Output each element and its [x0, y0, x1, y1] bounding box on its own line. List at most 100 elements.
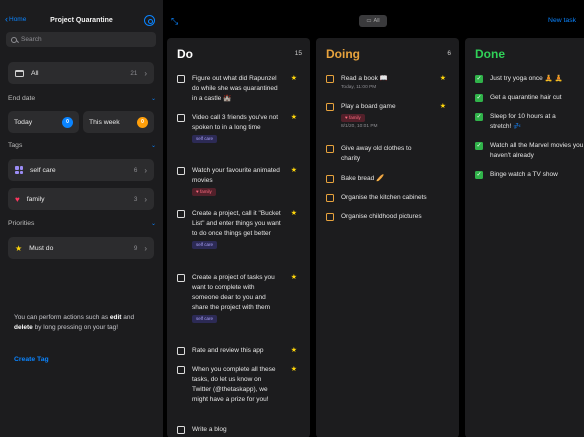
task-card[interactable]: ✓ Binge watch a TV show [475, 170, 584, 180]
star-icon: ★ [290, 167, 297, 174]
task-card[interactable]: ✓ Get a quarantine hair cut [475, 93, 584, 103]
task-checkbox[interactable] [326, 213, 334, 221]
sidebar: ‹ Home Project Quarantine Search All 21 … [0, 0, 163, 437]
task-checkbox[interactable] [177, 114, 185, 122]
priorities-section-header[interactable]: Priorities ⌄ [8, 220, 156, 227]
task-checkbox[interactable] [177, 274, 185, 282]
task-card[interactable]: Create a project of tasks you want to co… [177, 273, 297, 324]
tray-icon [15, 69, 24, 77]
all-label: All [31, 69, 39, 77]
task-text: Give away old clothes to charity [341, 145, 412, 162]
chevron-down-icon: ⌄ [150, 96, 156, 102]
column-doing: Doing 6 Read a book 📖 ★ Today, 11:00 PM … [316, 38, 459, 437]
task-due-date: 8/1/20, 10:01 PM [341, 124, 378, 129]
checkmark-icon[interactable]: ✓ [475, 75, 483, 83]
task-text: Just try yoga once 🧘 🧘 [490, 75, 563, 82]
filter-chip-all[interactable]: ▭ All [359, 15, 387, 27]
checkmark-icon[interactable]: ✓ [475, 113, 483, 121]
settings-gear-icon[interactable] [144, 15, 155, 26]
search-field[interactable]: Search [6, 32, 156, 47]
search-placeholder: Search [21, 36, 42, 43]
tags-section-header[interactable]: Tags ⌄ [8, 142, 156, 149]
task-text: Write a blog [192, 426, 227, 433]
star-icon: ★ [290, 366, 297, 373]
task-text: Watch all the Marvel movies you haven't … [490, 142, 584, 159]
project-title: Project Quarantine [50, 17, 113, 24]
column-title: Done [475, 47, 505, 61]
task-card[interactable]: Video call 3 friends you've not spoken t… [177, 113, 297, 144]
task-text: Rate and review this app [192, 347, 264, 354]
task-card[interactable]: Write a blog [177, 425, 297, 435]
sidebar-item-must-do[interactable]: ★ Must do 9 › [8, 237, 154, 259]
search-icon [11, 36, 17, 43]
column-do: Do 15 Figure out what did Rapunzel do wh… [167, 38, 310, 437]
task-card[interactable]: Read a book 📖 ★ Today, 11:00 PM [326, 74, 446, 92]
task-card[interactable]: Give away old clothes to charity [326, 144, 446, 164]
task-card[interactable]: Bake bread 🥖 [326, 174, 446, 184]
collapse-sidebar-icon[interactable]: ⤡ [171, 16, 178, 27]
tag-chip: self care [192, 241, 218, 249]
filter-today-button[interactable]: Today 0 [8, 111, 79, 133]
end-date-header-label: End date [8, 95, 36, 102]
task-checkbox[interactable] [326, 145, 334, 153]
checkmark-icon[interactable]: ✓ [475, 94, 483, 102]
task-text: Watch your favourite animated movies [192, 167, 280, 184]
task-checkbox[interactable] [177, 167, 185, 175]
task-card[interactable]: Organise childhood pictures [326, 212, 446, 222]
tag-chip: self care [192, 135, 218, 143]
end-date-section-header[interactable]: End date ⌄ [8, 95, 156, 102]
checkmark-icon[interactable]: ✓ [475, 171, 483, 179]
task-card[interactable]: Rate and review this app ★ [177, 346, 297, 356]
checkmark-icon[interactable]: ✓ [475, 142, 483, 150]
chevron-down-icon: ⌄ [150, 221, 156, 227]
task-checkbox[interactable] [326, 75, 334, 83]
task-card[interactable]: Figure out what did Rapunzel do while sh… [177, 74, 297, 104]
task-text: Create a project, call it "Bucket List" … [192, 210, 281, 237]
task-due-date: Today, 11:00 PM [341, 85, 377, 90]
task-card[interactable]: Watch your favourite animated movies ★ ♥… [177, 166, 297, 197]
task-card[interactable]: Organise the kitchen cabinets [326, 193, 446, 203]
tray-icon: ▭ [366, 18, 372, 24]
task-text: Create a project of tasks you want to co… [192, 274, 275, 311]
task-checkbox[interactable] [177, 347, 185, 355]
task-checkbox[interactable] [177, 366, 185, 374]
create-tag-button[interactable]: Create Tag [14, 356, 49, 363]
sidebar-item-all[interactable]: All 21 › [8, 62, 154, 84]
new-task-button[interactable]: New task [548, 17, 576, 24]
sidebar-item-tag-family[interactable]: ♥ family 3 › [8, 188, 154, 210]
task-checkbox[interactable] [177, 210, 185, 218]
task-card[interactable]: When you complete all these tasks, do le… [177, 365, 297, 405]
task-text: Organise childhood pictures [341, 213, 422, 220]
star-icon: ★ [290, 210, 297, 217]
task-checkbox[interactable] [326, 175, 334, 183]
sidebar-item-tag-self-care[interactable]: self care 6 › [8, 159, 154, 181]
task-card[interactable]: Create a project, call it "Bucket List" … [177, 209, 297, 250]
task-text: Play a board game [341, 103, 396, 110]
task-checkbox[interactable] [326, 103, 334, 111]
task-card[interactable]: ✓ Just try yoga once 🧘 🧘 [475, 74, 584, 84]
priorities-header-label: Priorities [8, 220, 35, 227]
task-checkbox[interactable] [177, 426, 185, 434]
task-card[interactable]: Play a board game ★ ♥ family 8/1/20, 10:… [326, 102, 446, 131]
tag-label: self care [30, 166, 56, 174]
heart-icon: ♥ [15, 194, 20, 204]
chevron-right-icon: › [144, 165, 147, 175]
chevron-down-icon: ⌄ [150, 143, 156, 149]
task-text: Get a quarantine hair cut [490, 94, 562, 101]
kanban-board: ⤡ ▭ All New task Do 15 Figure out what d… [163, 0, 584, 437]
filter-this-week-button[interactable]: This week 0 [83, 111, 154, 133]
sidebar-nav-bar: ‹ Home Project Quarantine [0, 13, 163, 29]
grid-icon [15, 166, 23, 174]
today-label: Today [14, 118, 33, 126]
task-text: Read a book 📖 [341, 75, 388, 82]
task-checkbox[interactable] [326, 194, 334, 202]
chevron-right-icon: › [144, 68, 147, 78]
tag-chip: ♥ family [341, 114, 365, 122]
must-do-count: 9 [133, 244, 138, 252]
column-count: 15 [294, 50, 302, 57]
task-checkbox[interactable] [177, 75, 185, 83]
star-icon: ★ [15, 243, 23, 253]
task-card[interactable]: ✓ Sleep for 10 hours at a stretch! 💤 [475, 112, 584, 132]
star-icon: ★ [439, 103, 446, 110]
task-card[interactable]: ✓ Watch all the Marvel movies you haven'… [475, 141, 584, 161]
